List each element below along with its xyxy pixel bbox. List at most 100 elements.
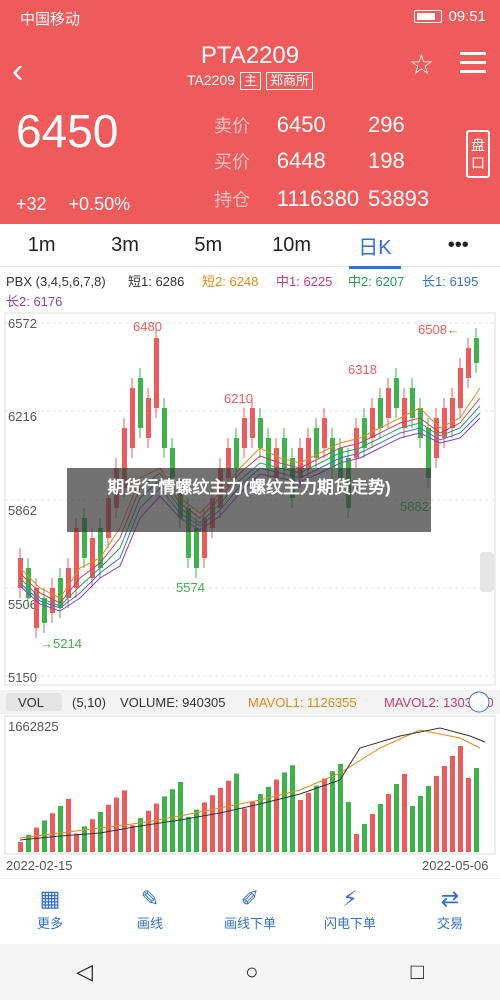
nav-draw[interactable]: ✎ 画线 bbox=[100, 879, 200, 945]
volume-bar bbox=[426, 786, 431, 852]
volume-bar bbox=[386, 794, 391, 852]
overlay-caption: 期货行情螺纹主力(螺纹主力期货走势) bbox=[67, 468, 431, 532]
grid-icon: ▦ bbox=[39, 886, 61, 911]
volume-bar bbox=[122, 790, 127, 852]
tab-10m[interactable]: 10m bbox=[250, 234, 333, 257]
kline-chart[interactable]: PBX (3,4,5,6,7,8) 短1: 6286 短2: 6248 中1: … bbox=[0, 268, 500, 873]
long2-label: 长2: 6176 bbox=[6, 294, 62, 309]
period-tabs: 1m 3m 5m 10m 日K ••• bbox=[0, 224, 500, 269]
quote-header: ‹ PTA2209 TA2209 主 郑商所 ☆ 6450 +32 +0.50%… bbox=[0, 34, 500, 224]
short2-label: 短2: 6248 bbox=[202, 274, 258, 289]
volume-bar bbox=[362, 824, 367, 852]
more-tabs-icon[interactable]: ••• bbox=[417, 234, 500, 257]
volume-bar bbox=[242, 808, 247, 852]
tab-1m[interactable]: 1m bbox=[0, 234, 83, 257]
volume-bar bbox=[410, 806, 415, 852]
last-price: 6450 bbox=[16, 105, 119, 157]
exchange-badge: 郑商所 bbox=[266, 72, 314, 90]
volume-bar bbox=[106, 804, 111, 852]
candle bbox=[394, 378, 399, 408]
volume-bar bbox=[226, 780, 231, 852]
candle bbox=[146, 398, 151, 438]
system-nav-bar: ◁ ○ □ bbox=[0, 944, 500, 1000]
system-recents-icon[interactable]: □ bbox=[411, 959, 424, 985]
candle bbox=[90, 538, 95, 578]
pbx-label: PBX (3,4,5,6,7,8) bbox=[6, 274, 106, 289]
high-label-4: 6508← bbox=[418, 322, 460, 337]
volume-bar bbox=[202, 802, 207, 852]
tab-5m[interactable]: 5m bbox=[167, 234, 250, 257]
price-axis-bottom: 5150 bbox=[8, 670, 37, 685]
volume-bar bbox=[34, 827, 39, 852]
tab-3m[interactable]: 3m bbox=[83, 234, 166, 257]
long1-label: 长1: 6195 bbox=[422, 274, 478, 289]
price-axis-3: 5862 bbox=[8, 503, 37, 518]
volume-bar bbox=[394, 784, 399, 852]
candle bbox=[162, 408, 167, 448]
volume-bar bbox=[130, 825, 135, 852]
volume-bar bbox=[370, 814, 375, 852]
volume-bar bbox=[42, 820, 47, 852]
order-book-toggle[interactable]: 盘口 bbox=[466, 130, 490, 178]
volume-bar bbox=[154, 803, 159, 852]
candle bbox=[130, 388, 135, 448]
candle bbox=[370, 408, 375, 438]
open-interest-row: 持仓 1116380 53893 bbox=[214, 186, 430, 211]
candle bbox=[362, 418, 367, 448]
volume-bar bbox=[418, 796, 423, 852]
order-icon: ✐ bbox=[240, 886, 260, 911]
candle bbox=[410, 388, 415, 418]
tab-daily[interactable]: 日K bbox=[333, 231, 416, 269]
volume-bar bbox=[58, 806, 63, 852]
high-label-1: 6480 bbox=[133, 319, 162, 334]
favorite-star-icon[interactable]: ☆ bbox=[409, 48, 434, 81]
volume-bar bbox=[450, 756, 455, 852]
nav-draw-order[interactable]: ✐ 画线下单 bbox=[200, 879, 300, 945]
mid1-label: 中1: 6225 bbox=[276, 274, 332, 289]
settings-icon[interactable] bbox=[468, 691, 490, 713]
volume-bar bbox=[66, 798, 71, 852]
candle bbox=[234, 438, 239, 468]
price-change-pct: +0.50% bbox=[68, 194, 131, 214]
flash-icon: ⚡ bbox=[342, 886, 358, 911]
volume-bar bbox=[282, 772, 287, 852]
volume-bar bbox=[258, 794, 263, 852]
main-contract-badge: 主 bbox=[239, 72, 261, 90]
volume-bar bbox=[162, 796, 167, 852]
candle bbox=[74, 528, 79, 588]
date-start: 2022-02-15 bbox=[6, 858, 73, 873]
ask-row: 卖价 6450 296 bbox=[214, 112, 405, 137]
chart-scroll-handle[interactable] bbox=[480, 552, 494, 592]
price-axis-4: 5506 bbox=[8, 597, 37, 612]
volume-bar bbox=[146, 810, 151, 852]
candle bbox=[386, 388, 391, 418]
draw-icon: ✎ bbox=[140, 886, 160, 911]
volume-bar bbox=[298, 800, 303, 852]
short1-label: 短1: 6286 bbox=[128, 274, 184, 289]
vol-value: VOLUME: 940305 bbox=[120, 695, 226, 710]
volume-bar bbox=[250, 801, 255, 852]
system-home-icon[interactable]: ○ bbox=[245, 959, 258, 985]
volume-bar bbox=[18, 842, 23, 852]
price-axis-2: 6216 bbox=[8, 409, 37, 424]
battery-icon bbox=[414, 10, 443, 23]
volume-bar bbox=[50, 813, 55, 852]
clock: 09:51 bbox=[448, 8, 486, 25]
date-end: 2022-05-06 bbox=[422, 858, 489, 873]
status-bar: 中国移动 09:51 bbox=[0, 0, 500, 34]
high-label-3: 6318 bbox=[348, 362, 377, 377]
volume-bar bbox=[90, 819, 95, 852]
volume-bar bbox=[186, 816, 191, 852]
contract-code: TA2209 bbox=[186, 72, 235, 88]
system-back-icon[interactable]: ◁ bbox=[76, 959, 93, 985]
trade-icon: ⇄ bbox=[440, 886, 460, 911]
price-change: +32 bbox=[16, 194, 47, 214]
nav-flash-order[interactable]: ⚡ 闪电下单 bbox=[300, 879, 400, 945]
nav-trade[interactable]: ⇄ 交易 bbox=[400, 879, 500, 945]
volume-bar bbox=[218, 788, 223, 852]
volume-bar bbox=[114, 797, 119, 852]
mavol1-value: MAVOL1: 1126355 bbox=[248, 695, 357, 710]
nav-more[interactable]: ▦ 更多 bbox=[0, 879, 100, 945]
volume-bar bbox=[266, 786, 271, 852]
menu-icon[interactable] bbox=[460, 52, 486, 79]
